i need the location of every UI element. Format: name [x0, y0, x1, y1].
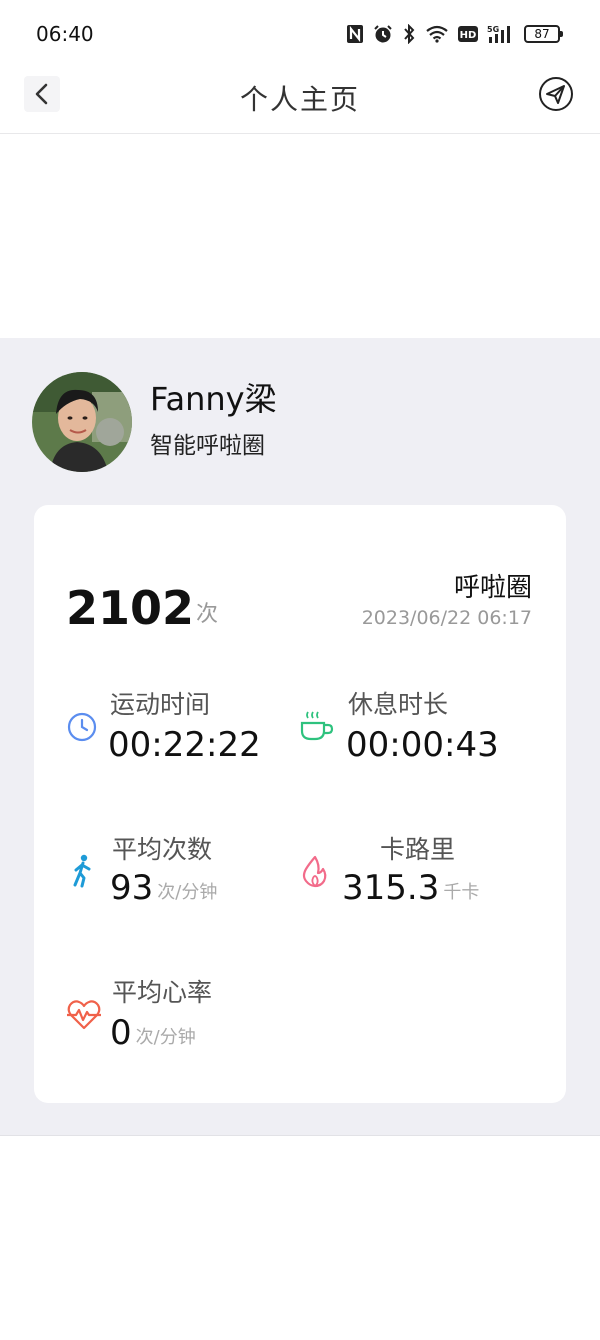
stat-unit: 次/分钟 — [135, 1027, 196, 1048]
coffee-cup-icon — [300, 711, 334, 741]
5g-signal-icon: 5G — [487, 25, 510, 43]
stat-label: 运动时间 — [110, 690, 211, 719]
send-icon — [539, 77, 573, 111]
avatar[interactable] — [32, 372, 132, 472]
page-title: 个人主页 — [239, 83, 360, 116]
svg-text:HD: HD — [460, 30, 477, 41]
workout-card: 2102 次 呼啦圈 2023/06/22 06:17 运动时间 00:22:2… — [34, 505, 566, 1103]
share-button[interactable] — [538, 76, 574, 112]
stat-label: 卡路里 — [380, 835, 456, 864]
device-name: 智能呼啦圈 — [150, 433, 265, 459]
user-name: Fanny梁 — [150, 380, 277, 418]
svg-text:5G: 5G — [487, 25, 499, 34]
battery-icon: 87 — [524, 25, 563, 43]
battery-level: 87 — [534, 27, 550, 41]
stat-label: 平均心率 — [112, 978, 213, 1007]
nfc-icon — [347, 25, 363, 43]
stat-label: 休息时长 — [348, 690, 449, 719]
nav-bar: 个人主页 — [0, 68, 600, 134]
total-count-value: 2102 — [66, 581, 195, 635]
total-count-unit: 次 — [196, 602, 219, 627]
stat-label: 平均次数 — [112, 835, 213, 864]
status-time: 06:40 — [36, 22, 94, 46]
record-date: 2023/06/22 06:17 — [361, 607, 532, 629]
hd-icon: HD — [458, 26, 478, 42]
flame-icon — [302, 855, 327, 888]
avatar-image — [32, 372, 132, 472]
stat-value: 315.3 — [342, 868, 440, 908]
stat-unit: 千卡 — [443, 882, 480, 903]
stat-value: 0 — [110, 1013, 132, 1053]
walking-person-icon — [73, 854, 91, 888]
device-label: 呼啦圈 — [453, 573, 532, 603]
stat-value: 00:00:43 — [346, 725, 499, 765]
stat-unit: 次/分钟 — [157, 882, 218, 903]
alarm-icon — [374, 25, 392, 43]
status-bar: 06:40 HD 5G 87 — [0, 0, 600, 68]
stat-value: 93 — [110, 868, 154, 908]
heart-rate-icon — [67, 1000, 101, 1030]
clock-icon — [67, 712, 97, 742]
total-count: 2102 次 — [66, 583, 218, 633]
bluetooth-icon — [404, 24, 415, 44]
record-section: Fanny梁 智能呼啦圈 2102 次 呼啦圈 2023/06/22 06:17… — [0, 338, 600, 1136]
stat-value: 00:22:22 — [108, 725, 261, 765]
status-icons: HD 5G 87 — [346, 22, 563, 46]
wifi-icon — [426, 25, 448, 43]
